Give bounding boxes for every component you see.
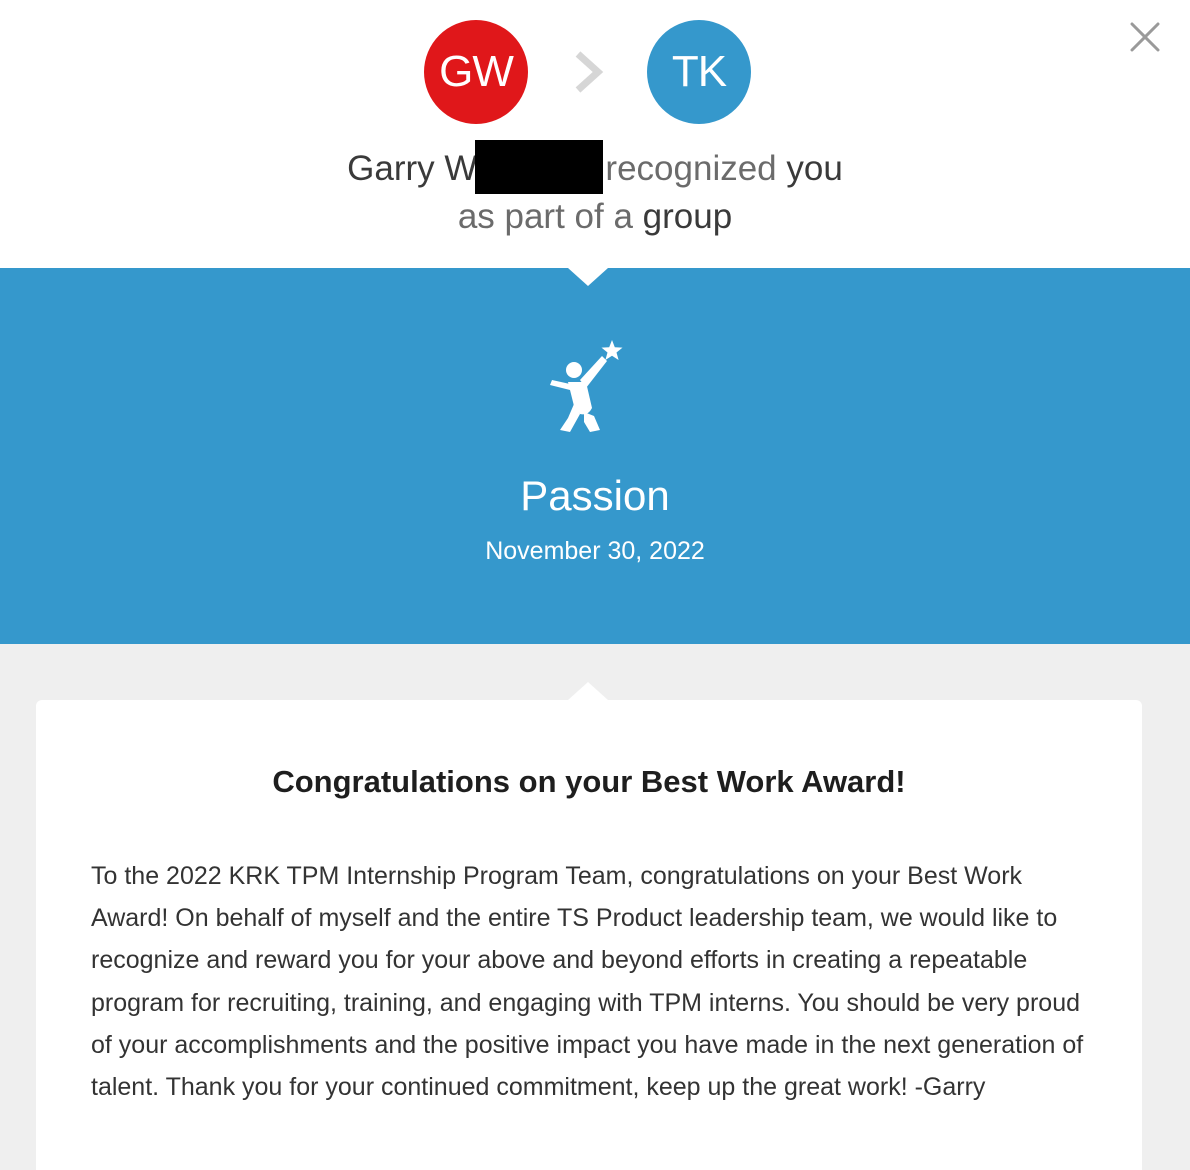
message-card: Congratulations on your Best Work Award!… [36,700,1142,1170]
award-band [0,268,1190,644]
close-icon [1130,22,1160,52]
headline-line-2: as part of a group [0,194,1190,240]
recognition-modal: GW TK Garry W recognized you as part of a… [0,0,1190,1170]
card-notch [568,682,608,700]
recognition-headline: Garry W recognized you as part of a group [0,140,1190,240]
person-reaching-star-icon [550,340,623,432]
headline-line-1: Garry W recognized you [0,140,1190,194]
award-date: November 30, 2022 [485,537,705,565]
you-text: you [786,149,843,188]
message-body: To the 2022 KRK TPM Internship Program T… [91,862,1084,1102]
recognized-text: recognized [605,149,777,188]
group-link[interactable]: group [643,197,733,236]
close-button[interactable] [1122,14,1168,60]
chevron-right-icon [575,51,604,93]
as-part-text: as part of a [457,197,633,236]
redaction-box [475,140,604,194]
sender-avatar[interactable]: GW [424,20,528,124]
message-title: Congratulations on your Best Work Award! [272,764,906,799]
award-value-name: Passion [520,472,670,519]
recognition-header: GW TK Garry W recognized you as part of a… [0,0,1190,268]
sender-name[interactable]: Garry W [347,149,477,188]
receiver-avatar[interactable]: TK [647,20,751,124]
band-notch [568,268,608,286]
